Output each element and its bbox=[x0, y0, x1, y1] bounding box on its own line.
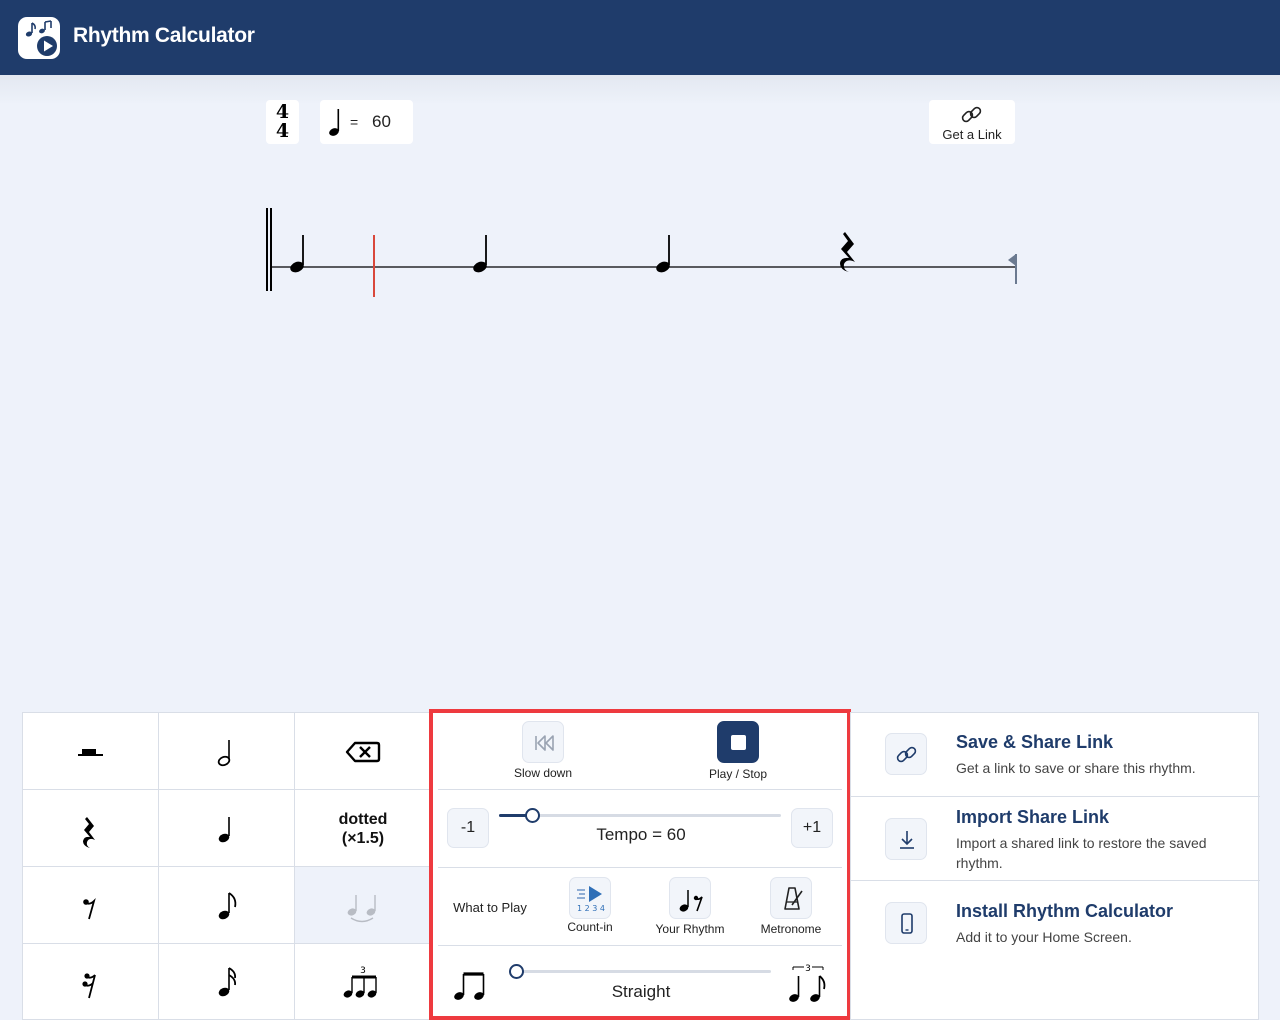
quarter-note bbox=[473, 235, 487, 273]
staff-end-flag bbox=[1008, 254, 1016, 266]
time-signature-bottom: 4 bbox=[275, 120, 290, 142]
header-shadow bbox=[0, 75, 1280, 105]
sixteenth-rest-button[interactable] bbox=[23, 944, 159, 1020]
app-logo-icon bbox=[18, 17, 60, 59]
quarter-note bbox=[290, 235, 304, 273]
tie-icon bbox=[347, 895, 376, 923]
eighth-note-icon bbox=[218, 892, 237, 920]
quarter-rest bbox=[840, 232, 855, 272]
sixteenth-note-icon bbox=[218, 967, 237, 997]
get-link-label: Get a Link bbox=[942, 127, 1002, 142]
triplet-button[interactable]: 3 bbox=[295, 944, 431, 1020]
tempo-button[interactable]: = 60 bbox=[320, 100, 413, 144]
import-share-title: Import Share Link bbox=[956, 807, 1110, 827]
phone-icon bbox=[885, 902, 927, 944]
sixteenth-note-button[interactable] bbox=[159, 944, 295, 1020]
half-note-button[interactable] bbox=[159, 713, 295, 790]
tie-button[interactable] bbox=[295, 867, 431, 944]
quarter-note-button[interactable] bbox=[159, 790, 295, 867]
highlight-frame bbox=[429, 709, 851, 1020]
share-panel: Save & Share Link Get a link to save or … bbox=[850, 712, 1260, 1020]
import-share-link-item[interactable]: Import Share Link Import a shared link t… bbox=[851, 797, 1260, 881]
download-icon bbox=[885, 818, 927, 860]
quarter-note-icon bbox=[329, 109, 340, 136]
import-share-desc: Import a shared link to restore the save… bbox=[956, 835, 1207, 871]
rhythm-staff[interactable] bbox=[262, 200, 1022, 300]
install-title: Install Rhythm Calculator bbox=[956, 901, 1174, 921]
eighth-rest-icon bbox=[83, 897, 96, 920]
save-share-link-item[interactable]: Save & Share Link Get a link to save or … bbox=[851, 713, 1260, 797]
backspace-button[interactable] bbox=[295, 713, 431, 790]
whole-rest-icon bbox=[78, 749, 103, 756]
quarter-note bbox=[656, 235, 670, 273]
eighth-rest-button[interactable] bbox=[23, 867, 159, 944]
app-title: Rhythm Calculator bbox=[73, 24, 255, 47]
app-header: Rhythm Calculator bbox=[0, 0, 1280, 75]
backspace-icon bbox=[345, 741, 381, 763]
save-share-desc: Get a link to save or share this rhythm. bbox=[956, 760, 1196, 776]
sixteenth-rest-icon bbox=[82, 973, 96, 999]
install-app-item[interactable]: Install Rhythm Calculator Add it to your… bbox=[851, 881, 1260, 965]
tempo-value: 60 bbox=[372, 112, 391, 131]
dotted-toggle-button[interactable]: dotted (×1.5) bbox=[295, 790, 431, 867]
whole-rest-button[interactable] bbox=[23, 713, 159, 790]
link-icon bbox=[961, 106, 982, 123]
tempo-equals: = bbox=[350, 114, 359, 130]
quarter-rest-icon bbox=[83, 817, 95, 848]
dotted-label: dotted (×1.5) bbox=[338, 811, 388, 847]
link-icon bbox=[885, 733, 927, 775]
note-palette: dotted (×1.5) 3 bbox=[22, 712, 431, 1020]
triplet-icon: 3 bbox=[343, 966, 377, 998]
quarter-rest-button[interactable] bbox=[23, 790, 159, 867]
install-desc: Add it to your Home Screen. bbox=[956, 929, 1132, 945]
quarter-note-icon bbox=[218, 817, 230, 843]
half-note-icon bbox=[217, 740, 231, 767]
get-link-button[interactable]: Get a Link bbox=[929, 100, 1015, 144]
save-share-title: Save & Share Link bbox=[956, 732, 1114, 752]
svg-text:3: 3 bbox=[360, 966, 366, 976]
time-signature-button[interactable]: 4 4 bbox=[266, 100, 299, 144]
eighth-note-button[interactable] bbox=[159, 867, 295, 944]
